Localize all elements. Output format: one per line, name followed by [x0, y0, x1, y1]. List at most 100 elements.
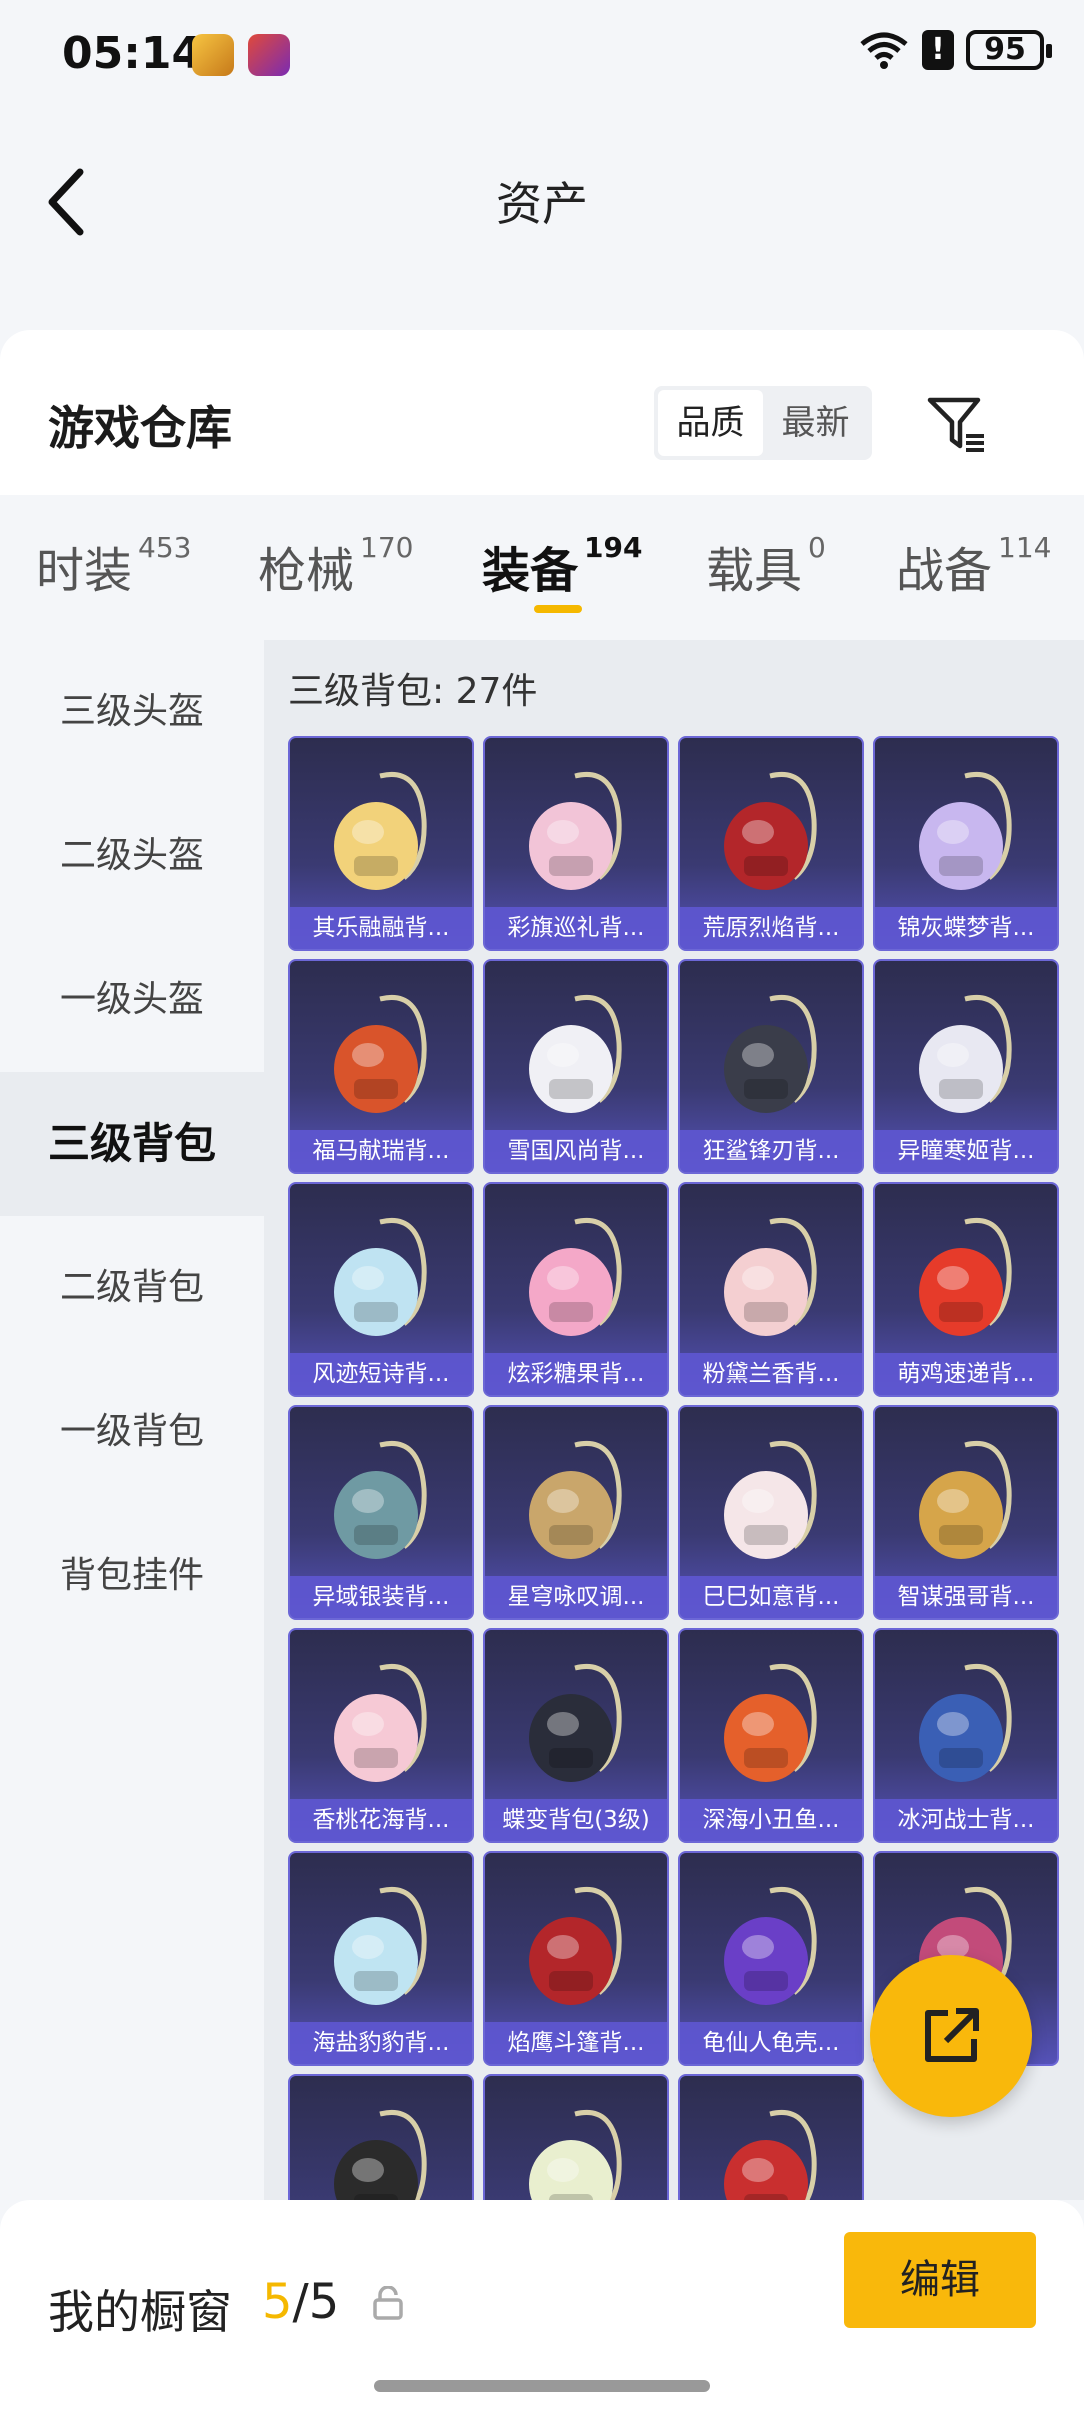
page-title: 资产 [496, 177, 588, 231]
backpack-item[interactable] [483, 2074, 669, 2200]
tab-equipment[interactable]: 装备 194 [482, 531, 642, 601]
sidebar-item-lv2-helmet[interactable]: 二级头盔 [0, 784, 264, 928]
app-notification-icon [248, 34, 290, 76]
backpack-item[interactable]: 萌鸡速递背... [873, 1182, 1059, 1397]
status-bar: 05:14 ! 95 [0, 0, 1084, 110]
backpack-item[interactable]: 蝶变背包(3级) [483, 1628, 669, 1843]
backpack-item[interactable]: 粉黛兰香背... [678, 1182, 864, 1397]
tab-count: 453 [138, 531, 192, 564]
item-name: 粉黛兰香背... [680, 1353, 862, 1395]
item-name: 蝶变背包(3级) [485, 1799, 667, 1841]
item-name: 焰鹰斗篷背... [485, 2022, 667, 2064]
external-link-icon [925, 2008, 979, 2062]
backpack-item[interactable]: 冰河战士背... [873, 1628, 1059, 1843]
sidebar-item-lv1-backpack[interactable]: 一级背包 [0, 1360, 264, 1504]
sidebar-item-lv3-backpack[interactable]: 三级背包 [0, 1072, 264, 1216]
tab-gear[interactable]: 战备 114 [896, 531, 1051, 601]
backpack-item[interactable]: 星穹咏叹调... [483, 1405, 669, 1620]
tab-label: 装备 [482, 543, 579, 599]
item-name: 彩旗巡礼背... [485, 907, 667, 949]
tab-count: 0 [808, 531, 826, 564]
item-name: 龟仙人龟壳... [680, 2022, 862, 2064]
backpack-item[interactable]: 荒原烈焰背... [678, 736, 864, 951]
warehouse-title: 游戏仓库 [48, 401, 232, 455]
backpack-item[interactable]: 海盐豹豹背... [288, 1851, 474, 2066]
backpack-item[interactable]: 雪国风尚背... [483, 959, 669, 1174]
tab-weapons[interactable]: 枪械 170 [258, 531, 413, 601]
battery-icon: 95 [966, 30, 1052, 70]
backpack-image [724, 2110, 817, 2200]
backpack-image [724, 1887, 817, 2005]
backpack-item[interactable]: 风迹短诗背... [288, 1182, 474, 1397]
showcase-count: 5/5 [262, 2274, 339, 2330]
backpack-item[interactable]: 龟仙人龟壳... [678, 1851, 864, 2066]
sidebar-item-backpack-charm[interactable]: 背包挂件 [0, 1504, 264, 1648]
item-name: 狂鲨锋刃背... [680, 1130, 862, 1172]
edit-button[interactable]: 编辑 [844, 2232, 1036, 2328]
item-name: 冰河战士背... [875, 1799, 1057, 1841]
backpack-item[interactable]: 炫彩糖果背... [483, 1182, 669, 1397]
item-name: 星穹咏叹调... [485, 1576, 667, 1618]
tab-count: 170 [360, 531, 414, 564]
status-time: 05:14 [62, 28, 203, 79]
home-indicator [374, 2380, 710, 2392]
backpack-item[interactable] [678, 2074, 864, 2200]
backpack-image [529, 1887, 622, 2005]
backpack-image [919, 1664, 1012, 1782]
backpack-image [529, 1441, 622, 1559]
sort-option-quality[interactable]: 品质 [658, 390, 763, 456]
backpack-image [919, 995, 1012, 1113]
backpack-image [334, 1218, 427, 1336]
item-name: 深海小丑鱼... [680, 1799, 862, 1841]
lock-icon [373, 2286, 403, 2320]
backpack-image [529, 772, 622, 890]
backpack-item[interactable]: 异瞳寒姬背... [873, 959, 1059, 1174]
item-name: 异域银装背... [290, 1576, 472, 1618]
sidebar-item-lv3-helmet[interactable]: 三级头盔 [0, 640, 264, 784]
item-name: 其乐融融背... [290, 907, 472, 949]
sort-option-latest[interactable]: 最新 [763, 390, 868, 456]
item-name: 智谋强哥背... [875, 1576, 1057, 1618]
item-name: 炫彩糖果背... [485, 1353, 667, 1395]
item-name: 萌鸡速递背... [875, 1353, 1057, 1395]
backpack-item[interactable]: 巳巳如意背... [678, 1405, 864, 1620]
backpack-item[interactable]: 智谋强哥背... [873, 1405, 1059, 1620]
item-name: 巳巳如意背... [680, 1576, 862, 1618]
item-name: 福马献瑞背... [290, 1130, 472, 1172]
tab-vehicles[interactable]: 载具 0 [706, 531, 826, 601]
backpack-image [334, 772, 427, 890]
backpack-image [724, 772, 817, 890]
sort-toggle: 品质 最新 [654, 386, 872, 460]
backpack-item[interactable]: 焰鹰斗篷背... [483, 1851, 669, 2066]
backpack-item[interactable]: 深海小丑鱼... [678, 1628, 864, 1843]
wifi-icon [860, 32, 908, 69]
tab-count: 114 [998, 531, 1052, 564]
share-button[interactable] [870, 1955, 1032, 2117]
backpack-image [334, 995, 427, 1113]
backpack-item[interactable]: 香桃花海背... [288, 1628, 474, 1843]
tab-fashion[interactable]: 时装 453 [36, 531, 191, 601]
status-indicators: ! 95 [858, 30, 1052, 70]
item-name: 异瞳寒姬背... [875, 1130, 1057, 1172]
grid-title: 三级背包: 27件 [288, 671, 538, 712]
backpack-item[interactable]: 狂鲨锋刃背... [678, 959, 864, 1174]
header: 资产 [0, 110, 1084, 330]
backpack-image [529, 995, 622, 1113]
item-name: 荒原烈焰背... [680, 907, 862, 949]
backpack-item[interactable]: 福马献瑞背... [288, 959, 474, 1174]
alert-icon: ! [922, 30, 954, 70]
backpack-item[interactable]: 彩旗巡礼背... [483, 736, 669, 951]
sidebar-item-lv1-helmet[interactable]: 一级头盔 [0, 928, 264, 1072]
backpack-item[interactable]: 其乐融融背... [288, 736, 474, 951]
backpack-image [334, 1664, 427, 1782]
tab-label: 时装 [36, 543, 133, 599]
tab-label: 载具 [706, 543, 803, 599]
item-name: 锦灰蝶梦背... [875, 907, 1057, 949]
app-notification-icon [192, 34, 234, 76]
filter-icon[interactable] [924, 392, 988, 456]
backpack-item[interactable]: 锦灰蝶梦背... [873, 736, 1059, 951]
backpack-item[interactable] [288, 2074, 474, 2200]
backpack-item[interactable]: 异域银装背... [288, 1405, 474, 1620]
sidebar-item-lv2-backpack[interactable]: 二级背包 [0, 1216, 264, 1360]
backpack-image [919, 1441, 1012, 1559]
